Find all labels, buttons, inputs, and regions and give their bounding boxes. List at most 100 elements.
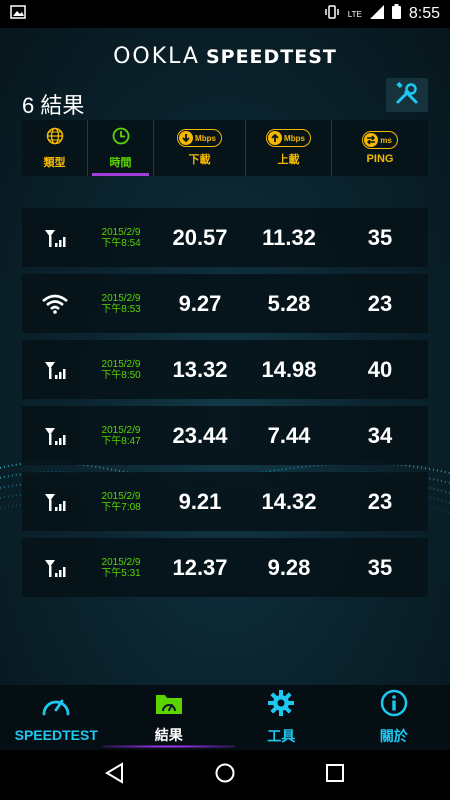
result-datetime: 2015/2/9 下午5:31 <box>88 557 154 579</box>
result-row[interactable]: 2015/2/9 下午7:08 9.21 14.32 23 <box>22 472 428 531</box>
cellular-icon <box>22 228 88 248</box>
back-icon[interactable] <box>104 761 126 789</box>
nav-speedtest[interactable]: SPEEDTEST <box>0 685 113 750</box>
nav-results[interactable]: 結果 <box>102 685 235 750</box>
cellular-icon <box>22 426 88 446</box>
clock-icon <box>112 127 130 150</box>
result-upload: 9.28 <box>267 554 311 580</box>
result-date: 2015/2/9 <box>101 292 141 304</box>
result-download: 9.27 <box>178 290 222 316</box>
ping-arrows-icon <box>364 133 379 147</box>
result-time: 下午8:54 <box>101 237 141 249</box>
nav-tools-label: 工具 <box>267 728 296 744</box>
home-icon[interactable] <box>214 762 236 789</box>
nav-tools[interactable]: 工具 <box>225 685 338 750</box>
network-type: LTE <box>347 9 362 19</box>
result-row[interactable]: 2015/2/9 下午8:53 9.27 5.28 23 <box>22 274 428 333</box>
status-bar: LTE 8:55 <box>0 0 450 28</box>
result-ping: 40 <box>367 356 393 382</box>
results-list: 2015/2/9 下午8:54 20.57 11.32 35 2015/2/9 … <box>22 208 428 604</box>
column-header-bar: 類型 時間 Mbps 下載 Mbps 上載 ms PING <box>22 120 428 176</box>
result-ping: 35 <box>367 554 393 580</box>
sort-by-download[interactable]: Mbps 下載 <box>154 120 246 176</box>
download-unit: Mbps <box>195 133 216 143</box>
result-upload: 7.44 <box>267 422 311 448</box>
signal-icon <box>369 4 384 24</box>
result-time: 下午5:31 <box>101 567 141 579</box>
download-unit-pill: Mbps <box>177 129 222 147</box>
cellular-icon <box>22 558 88 578</box>
result-ping: 23 <box>367 488 393 514</box>
sort-by-type[interactable]: 類型 <box>22 120 88 176</box>
result-upload: 14.32 <box>261 488 317 514</box>
result-time: 下午8:50 <box>101 369 141 381</box>
logo-ookla: OOKLA <box>113 44 200 69</box>
result-time: 下午7:08 <box>101 501 141 513</box>
sort-by-time[interactable]: 時間 <box>88 120 154 176</box>
column-label-type: 類型 <box>43 156 66 169</box>
speedometer-icon <box>41 692 71 723</box>
result-download: 12.37 <box>172 554 228 580</box>
result-date: 2015/2/9 <box>101 556 141 568</box>
result-date: 2015/2/9 <box>101 358 141 370</box>
result-download: 20.57 <box>172 224 228 250</box>
sort-by-ping[interactable]: ms PING <box>332 120 428 176</box>
cellular-icon <box>22 492 88 512</box>
cellular-icon <box>22 360 88 380</box>
result-upload: 14.98 <box>261 356 317 382</box>
gallery-notification-icon <box>10 4 26 24</box>
info-icon <box>380 689 408 722</box>
tools-icon <box>395 81 419 110</box>
result-time: 下午8:47 <box>101 435 141 447</box>
result-datetime: 2015/2/9 下午8:50 <box>88 359 154 381</box>
settings-tools-button[interactable] <box>386 78 428 112</box>
bottom-navigation: SPEEDTEST 結果 工具 關於 <box>0 685 450 750</box>
sort-by-upload[interactable]: Mbps 上載 <box>246 120 332 176</box>
result-ping: 23 <box>367 290 393 316</box>
result-download: 13.32 <box>172 356 228 382</box>
upload-unit: Mbps <box>284 133 305 143</box>
result-download: 23.44 <box>172 422 228 448</box>
logo-speedtest: SPEEDTEST <box>205 46 337 68</box>
gear-icon <box>267 689 295 722</box>
ping-unit: ms <box>380 135 392 145</box>
results-folder-icon <box>154 690 184 721</box>
nav-results-label: 結果 <box>154 727 183 743</box>
column-label-download: 下載 <box>188 154 211 166</box>
results-screen: OOKLA SPEEDTEST 6 結果 類型 時間 Mbps 下載 Mbps … <box>0 28 450 685</box>
result-datetime: 2015/2/9 下午7:08 <box>88 491 154 513</box>
result-date: 2015/2/9 <box>101 424 141 436</box>
app-logo: OOKLA SPEEDTEST <box>0 44 450 69</box>
result-ping: 34 <box>367 422 393 448</box>
wifi-icon <box>22 294 88 314</box>
result-upload: 5.28 <box>267 290 311 316</box>
result-upload: 11.32 <box>262 224 316 250</box>
vibrate-icon <box>324 4 340 25</box>
nav-about-label: 關於 <box>379 728 408 744</box>
result-datetime: 2015/2/9 下午8:53 <box>88 293 154 315</box>
results-count: 6 結果 <box>22 93 85 118</box>
result-row[interactable]: 2015/2/9 下午5:31 12.37 9.28 35 <box>22 538 428 597</box>
result-date: 2015/2/9 <box>101 226 141 238</box>
ping-unit-pill: ms <box>362 131 398 149</box>
column-label-upload: 上載 <box>277 154 300 166</box>
column-label-time: 時間 <box>109 156 132 169</box>
upload-unit-pill: Mbps <box>266 129 311 147</box>
download-arrow-icon <box>179 131 194 145</box>
clock: 8:55 <box>408 5 440 22</box>
nav-about[interactable]: 關於 <box>338 685 450 750</box>
result-row[interactable]: 2015/2/9 下午8:54 20.57 11.32 35 <box>22 208 428 267</box>
battery-icon <box>391 4 401 24</box>
result-ping: 35 <box>367 224 393 250</box>
result-datetime: 2015/2/9 下午8:47 <box>88 425 154 447</box>
result-time: 下午8:53 <box>101 303 141 315</box>
upload-arrow-icon <box>268 131 283 145</box>
globe-icon <box>46 127 64 150</box>
result-row[interactable]: 2015/2/9 下午8:47 23.44 7.44 34 <box>22 406 428 465</box>
result-datetime: 2015/2/9 下午8:54 <box>88 227 154 249</box>
result-row[interactable]: 2015/2/9 下午8:50 13.32 14.98 40 <box>22 340 428 399</box>
recents-icon[interactable] <box>324 762 346 789</box>
nav-speedtest-label: SPEEDTEST <box>14 727 98 743</box>
system-navigation-bar <box>0 750 450 800</box>
result-download: 9.21 <box>178 488 222 514</box>
